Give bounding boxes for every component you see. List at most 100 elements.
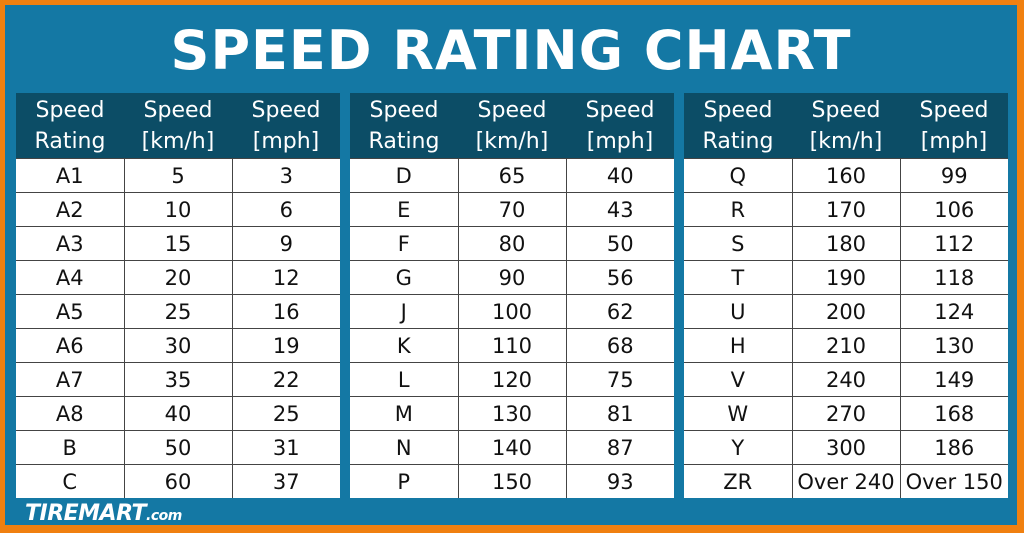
column-header: Speed [km/h] (458, 93, 566, 159)
table-row: C 60 37 (16, 464, 340, 498)
table-row: S 180 112 (684, 226, 1008, 261)
mph-cell: 50 (565, 226, 674, 261)
mph-cell: 112 (899, 226, 1008, 261)
column-header-line: [mph] (920, 128, 988, 154)
column-header: Speed Rating (16, 93, 124, 159)
kmh-cell: 140 (457, 430, 567, 465)
kmh-cell: 90 (457, 260, 567, 295)
table-row: V 240 149 (684, 362, 1008, 397)
kmh-cell: 30 (123, 328, 233, 363)
kmh-cell: 150 (457, 464, 567, 498)
table-row: ZR Over 240 Over 150 (684, 464, 1008, 498)
mph-cell: 118 (899, 260, 1008, 295)
rating-cell: S (684, 226, 793, 261)
rating-cell: J (350, 294, 459, 329)
rating-cell: A6 (16, 328, 125, 363)
rating-cell: E (350, 192, 459, 227)
mph-cell: 124 (899, 294, 1008, 329)
rating-cell: L (350, 362, 459, 397)
column-header-line: [km/h] (475, 128, 549, 154)
table-row: A2 10 6 (16, 192, 340, 227)
rating-cell: A5 (16, 294, 125, 329)
rating-cell: G (350, 260, 459, 295)
table-row: Y 300 186 (684, 430, 1008, 465)
kmh-cell: 35 (123, 362, 233, 397)
kmh-cell: 40 (123, 396, 233, 431)
tiremart-logo: TIREMART.com (25, 501, 182, 526)
kmh-cell: 300 (791, 430, 901, 465)
mph-cell: 19 (231, 328, 340, 363)
rating-cell: Q (684, 158, 793, 193)
table-row: Q 160 99 (684, 158, 1008, 193)
column-header-line: [km/h] (809, 128, 883, 154)
mph-cell: 186 (899, 430, 1008, 465)
column-header-line: Speed (585, 97, 655, 123)
mph-cell: 149 (899, 362, 1008, 397)
column-header-line: [km/h] (141, 128, 215, 154)
mph-cell: 6 (231, 192, 340, 227)
column-header-line: Speed (35, 97, 105, 123)
kmh-cell: 210 (791, 328, 901, 363)
kmh-cell: Over 240 (791, 464, 901, 498)
kmh-cell: 160 (791, 158, 901, 193)
rating-cell: H (684, 328, 793, 363)
column-header: Speed [km/h] (792, 93, 900, 159)
rating-cell: K (350, 328, 459, 363)
rating-cell: U (684, 294, 793, 329)
kmh-cell: 100 (457, 294, 567, 329)
mph-cell: 130 (899, 328, 1008, 363)
column-header: Speed [km/h] (124, 93, 232, 159)
column-header-line: Speed (143, 97, 213, 123)
kmh-cell: 190 (791, 260, 901, 295)
rating-cell: R (684, 192, 793, 227)
table-row: N 140 87 (350, 430, 674, 465)
table-row: A4 20 12 (16, 260, 340, 295)
mph-cell: 62 (565, 294, 674, 329)
mph-cell: 81 (565, 396, 674, 431)
column-header: Speed Rating (684, 93, 792, 159)
mph-cell: 12 (231, 260, 340, 295)
mph-cell: 22 (231, 362, 340, 397)
mph-cell: 168 (899, 396, 1008, 431)
table-row: J 100 62 (350, 294, 674, 329)
table-row: U 200 124 (684, 294, 1008, 329)
mph-cell: 40 (565, 158, 674, 193)
column-header: Speed [mph] (566, 93, 674, 159)
column-header-line: Speed (369, 97, 439, 123)
rating-cell: N (350, 430, 459, 465)
mph-cell: 93 (565, 464, 674, 498)
column-header-line: Rating (368, 128, 440, 154)
speed-table-1: Speed Rating Speed [km/h] Speed [mph] A1 5 3 A2 10… (16, 93, 340, 498)
kmh-cell: 200 (791, 294, 901, 329)
kmh-cell: 270 (791, 396, 901, 431)
mph-cell: 25 (231, 396, 340, 431)
mph-cell: 99 (899, 158, 1008, 193)
table-row: B 50 31 (16, 430, 340, 465)
table-row: A8 40 25 (16, 396, 340, 431)
mph-cell: 75 (565, 362, 674, 397)
table-row: T 190 118 (684, 260, 1008, 295)
mph-cell: 16 (231, 294, 340, 329)
table-row: A1 5 3 (16, 158, 340, 193)
mph-cell: 68 (565, 328, 674, 363)
speed-table-2: Speed Rating Speed [km/h] Speed [mph] D 65 40 E 70… (350, 93, 674, 498)
kmh-cell: 65 (457, 158, 567, 193)
column-header-line: [mph] (586, 128, 654, 154)
rating-cell: T (684, 260, 793, 295)
kmh-cell: 20 (123, 260, 233, 295)
table-row: E 70 43 (350, 192, 674, 227)
rating-cell: B (16, 430, 125, 465)
table-row: H 210 130 (684, 328, 1008, 363)
kmh-cell: 50 (123, 430, 233, 465)
rating-cell: A2 (16, 192, 125, 227)
rating-cell: A1 (16, 158, 125, 193)
table-row: D 65 40 (350, 158, 674, 193)
table-row: P 150 93 (350, 464, 674, 498)
kmh-cell: 5 (123, 158, 233, 193)
kmh-cell: 130 (457, 396, 567, 431)
table-row: R 170 106 (684, 192, 1008, 227)
mph-cell: 43 (565, 192, 674, 227)
table-row: K 110 68 (350, 328, 674, 363)
mph-cell: 56 (565, 260, 674, 295)
rating-cell: F (350, 226, 459, 261)
